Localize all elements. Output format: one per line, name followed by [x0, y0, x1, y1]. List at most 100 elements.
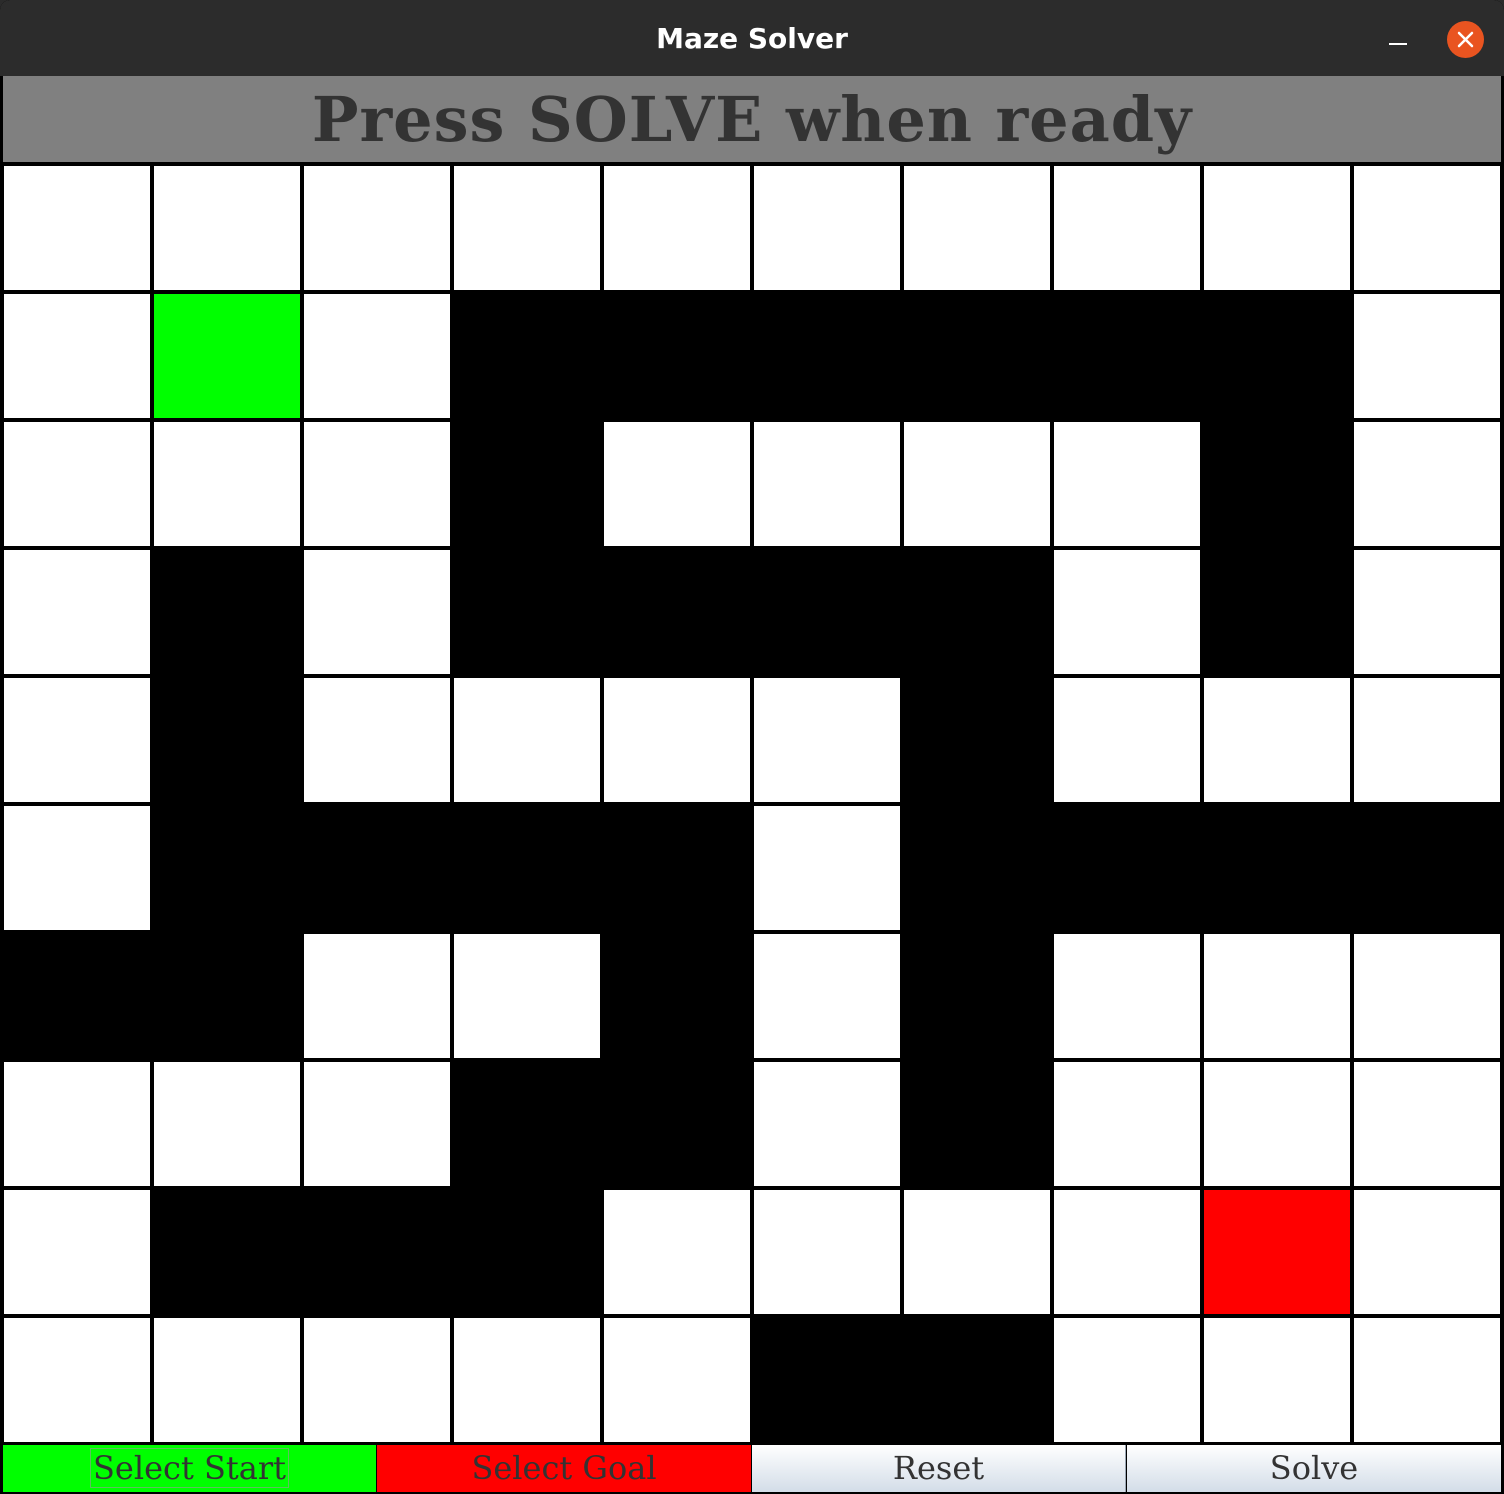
open-cell[interactable] — [4, 422, 150, 546]
open-cell[interactable] — [904, 422, 1050, 546]
wall-cell[interactable] — [154, 550, 300, 678]
wall-cell[interactable] — [304, 806, 454, 930]
open-cell[interactable] — [304, 1318, 450, 1442]
open-cell[interactable] — [304, 934, 450, 1058]
open-cell[interactable] — [1204, 678, 1350, 802]
wall-cell[interactable] — [904, 934, 1050, 1062]
open-cell[interactable] — [1354, 934, 1500, 1058]
open-cell[interactable] — [454, 934, 600, 1058]
open-cell[interactable] — [604, 1318, 750, 1442]
wall-cell[interactable] — [1354, 806, 1500, 930]
open-cell[interactable] — [1354, 1062, 1500, 1186]
open-cell[interactable] — [154, 422, 300, 546]
wall-cell[interactable] — [1204, 550, 1350, 674]
open-cell[interactable] — [1204, 166, 1350, 290]
open-cell[interactable] — [604, 678, 750, 802]
reset-button[interactable]: Reset — [752, 1445, 1126, 1492]
wall-cell[interactable] — [304, 1190, 454, 1314]
open-cell[interactable] — [754, 678, 900, 802]
wall-cell[interactable] — [754, 550, 904, 674]
wall-cell[interactable] — [154, 678, 300, 806]
open-cell[interactable] — [4, 1318, 150, 1442]
open-cell[interactable] — [754, 422, 900, 546]
wall-cell[interactable] — [904, 806, 1054, 934]
open-cell[interactable] — [754, 166, 900, 290]
wall-cell[interactable] — [454, 550, 604, 674]
open-cell[interactable] — [1354, 422, 1500, 546]
wall-cell[interactable] — [454, 422, 600, 550]
open-cell[interactable] — [604, 166, 750, 290]
wall-cell[interactable] — [904, 678, 1050, 806]
open-cell[interactable] — [1054, 422, 1200, 546]
open-cell[interactable] — [754, 934, 900, 1058]
open-cell[interactable] — [4, 1190, 150, 1314]
open-cell[interactable] — [4, 294, 150, 418]
wall-cell[interactable] — [154, 1190, 304, 1314]
wall-cell[interactable] — [904, 294, 1054, 418]
open-cell[interactable] — [1054, 166, 1200, 290]
open-cell[interactable] — [754, 1190, 900, 1314]
wall-cell[interactable] — [604, 294, 754, 418]
wall-cell[interactable] — [1204, 422, 1350, 550]
open-cell[interactable] — [454, 678, 600, 802]
wall-cell[interactable] — [604, 550, 754, 674]
open-cell[interactable] — [1054, 1190, 1200, 1314]
open-cell[interactable] — [604, 422, 750, 546]
wall-cell[interactable] — [604, 1062, 750, 1186]
wall-cell[interactable] — [754, 1318, 904, 1442]
start-cell[interactable] — [154, 294, 300, 418]
open-cell[interactable] — [1054, 934, 1200, 1058]
open-cell[interactable] — [304, 422, 450, 546]
open-cell[interactable] — [154, 166, 300, 290]
open-cell[interactable] — [4, 166, 150, 290]
goal-cell[interactable] — [1204, 1190, 1350, 1314]
open-cell[interactable] — [754, 806, 900, 930]
wall-cell[interactable] — [604, 934, 750, 1062]
wall-cell[interactable] — [1204, 294, 1350, 422]
open-cell[interactable] — [1204, 1318, 1350, 1442]
minimize-button[interactable] — [1378, 22, 1418, 58]
open-cell[interactable] — [454, 166, 600, 290]
wall-cell[interactable] — [1054, 294, 1204, 418]
open-cell[interactable] — [1354, 678, 1500, 802]
open-cell[interactable] — [304, 678, 450, 802]
wall-cell[interactable] — [904, 550, 1050, 678]
wall-cell[interactable] — [1204, 806, 1354, 930]
wall-cell[interactable] — [904, 1062, 1050, 1186]
open-cell[interactable] — [4, 1062, 150, 1186]
open-cell[interactable] — [4, 678, 150, 802]
open-cell[interactable] — [4, 550, 150, 674]
open-cell[interactable] — [1354, 550, 1500, 674]
open-cell[interactable] — [304, 550, 450, 674]
open-cell[interactable] — [1354, 1190, 1500, 1314]
open-cell[interactable] — [1204, 1062, 1350, 1186]
wall-cell[interactable] — [454, 294, 604, 422]
open-cell[interactable] — [754, 1062, 900, 1186]
wall-cell[interactable] — [454, 1062, 604, 1190]
open-cell[interactable] — [304, 294, 450, 418]
open-cell[interactable] — [154, 1318, 300, 1442]
open-cell[interactable] — [1054, 550, 1200, 674]
solve-button[interactable]: Solve — [1127, 1445, 1501, 1492]
select-start-button[interactable]: Select Start — [3, 1445, 376, 1492]
open-cell[interactable] — [1354, 1318, 1500, 1442]
wall-cell[interactable] — [154, 934, 300, 1058]
open-cell[interactable] — [604, 1190, 750, 1314]
open-cell[interactable] — [1204, 934, 1350, 1058]
open-cell[interactable] — [304, 1062, 450, 1186]
close-button[interactable] — [1447, 21, 1484, 58]
open-cell[interactable] — [1354, 294, 1500, 418]
wall-cell[interactable] — [754, 294, 904, 418]
open-cell[interactable] — [904, 1190, 1050, 1314]
open-cell[interactable] — [1054, 678, 1200, 802]
wall-cell[interactable] — [4, 934, 154, 1058]
wall-cell[interactable] — [904, 1318, 1050, 1442]
open-cell[interactable] — [4, 806, 150, 930]
open-cell[interactable] — [454, 1318, 600, 1442]
open-cell[interactable] — [904, 166, 1050, 290]
wall-cell[interactable] — [154, 806, 304, 934]
open-cell[interactable] — [154, 1062, 300, 1186]
wall-cell[interactable] — [454, 806, 604, 930]
wall-cell[interactable] — [1054, 806, 1204, 930]
wall-cell[interactable] — [604, 806, 750, 934]
